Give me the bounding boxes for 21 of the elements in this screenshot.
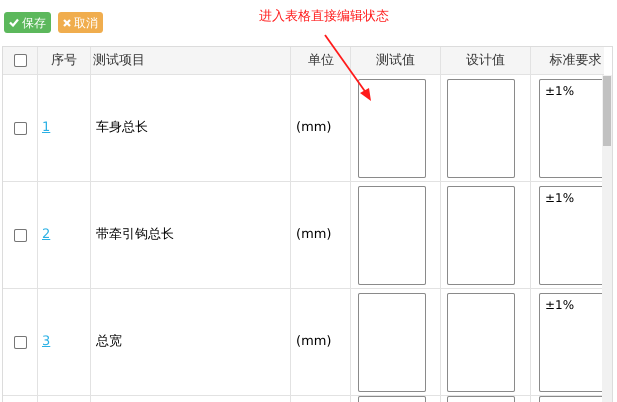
save-button[interactable]: 保存 <box>4 12 51 33</box>
column-header: 测试项目 <box>93 52 145 70</box>
standard-field[interactable]: ±1% <box>539 292 604 392</box>
annotation-text: 进入表格直接编辑状态 <box>259 8 389 26</box>
table-cell-text: 总宽 <box>96 333 122 352</box>
standard-field[interactable]: ±1% <box>539 78 604 178</box>
row-number-link[interactable]: 3 <box>42 332 50 352</box>
table-cell-text: (mm) <box>296 333 332 352</box>
column-header: 设计值 <box>466 52 505 70</box>
row-number-link[interactable]: 2 <box>42 225 50 245</box>
table-cell-text: 车身总长 <box>96 119 148 138</box>
table-cell-text: (mm) <box>296 119 332 138</box>
table-cell-text: (mm) <box>296 226 332 244</box>
row-number-link[interactable]: 1 <box>42 118 50 138</box>
column-header: 标准要求 <box>550 52 602 70</box>
column-header: 序号 <box>51 52 77 70</box>
table-cell-text: 带牵引钩总长 <box>96 226 174 244</box>
column-header: 单位 <box>308 52 334 70</box>
cancel-button[interactable]: 取消 <box>58 12 103 33</box>
column-header: 测试值 <box>376 52 415 70</box>
standard-field[interactable]: ±1% <box>539 186 604 284</box>
